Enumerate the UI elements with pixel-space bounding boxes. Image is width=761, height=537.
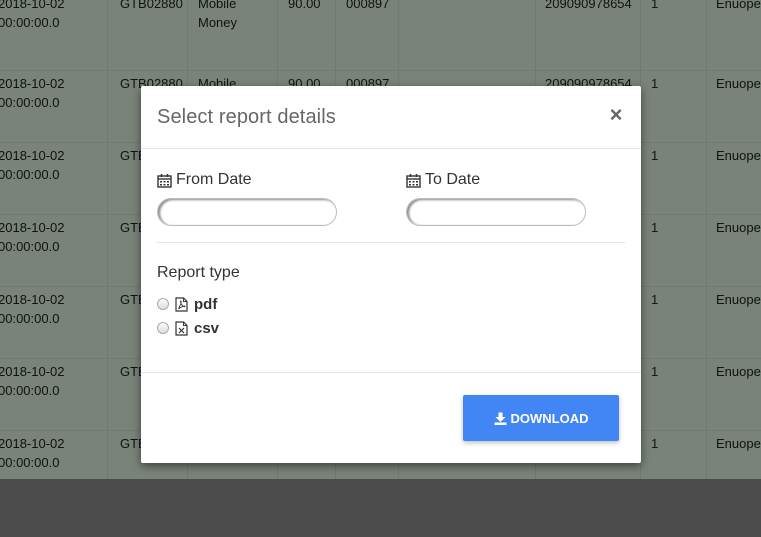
modal-header: Select report details × [141,86,641,149]
pdf-option-label: pdf [194,295,218,313]
calendar-icon [157,173,172,188]
to-date-label-row: To Date [406,170,480,190]
modal-title: Select report details [157,106,336,128]
download-icon [494,412,506,425]
report-option-pdf[interactable]: pdf [157,294,217,314]
section-divider [157,242,625,243]
pdf-file-icon [175,296,188,312]
download-button-label: DOWNLOAD [510,410,589,426]
from-date-label-row: From Date [157,170,252,190]
from-date-input[interactable] [157,198,337,226]
footer-divider [141,372,641,373]
report-details-modal: Select report details × From Date To Dat… [141,86,641,463]
csv-radio[interactable] [157,322,169,334]
to-date-label: To Date [425,171,481,188]
close-button[interactable]: × [607,104,625,126]
csv-file-icon [175,320,188,336]
to-date-field: To Date [406,170,586,226]
report-option-csv[interactable]: csv [157,318,219,338]
csv-option-label: csv [194,319,220,337]
download-button[interactable]: DOWNLOAD [463,395,619,441]
calendar-icon [406,173,421,188]
from-date-label: From Date [176,171,252,188]
report-type-label: Report type [157,264,240,281]
pdf-radio[interactable] [157,298,169,310]
to-date-input[interactable] [406,198,586,226]
from-date-field: From Date [157,170,337,226]
